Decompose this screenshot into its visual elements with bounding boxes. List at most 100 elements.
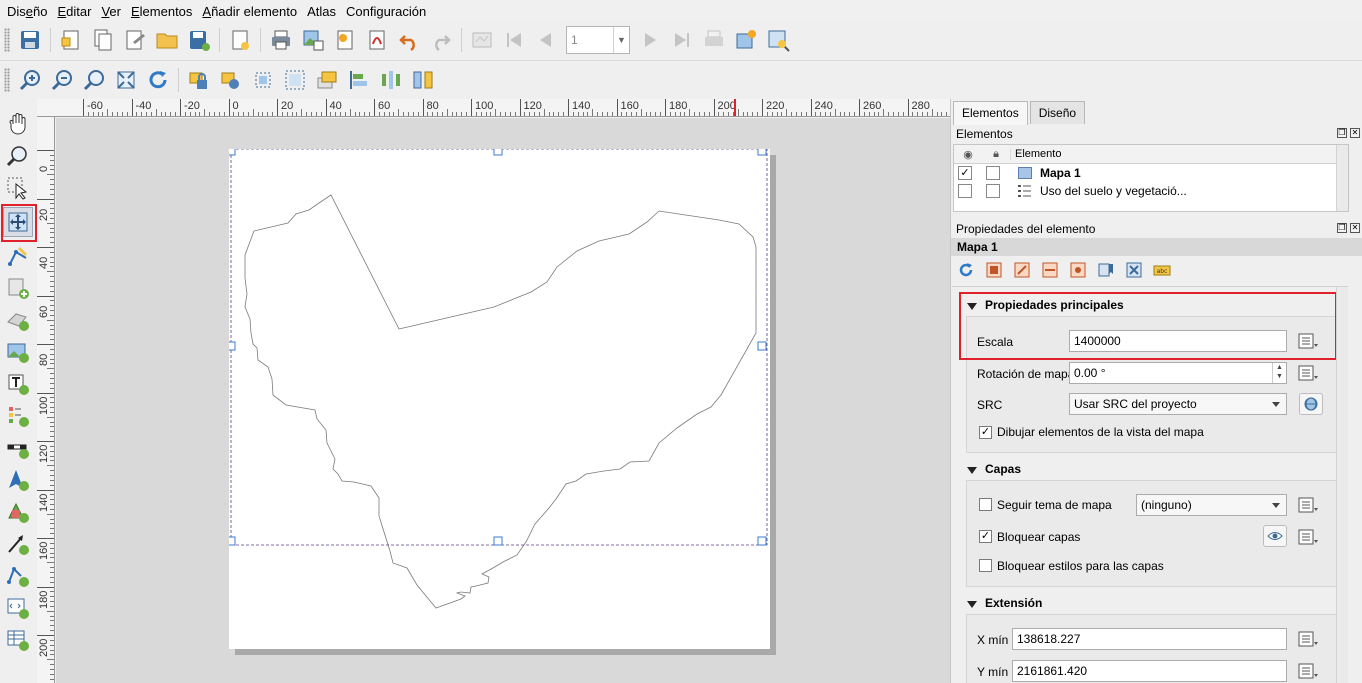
list-item[interactable]: ✓ Mapa 1	[954, 164, 1348, 182]
chevron-down-icon[interactable]: ▼	[613, 27, 629, 53]
print-atlas-button[interactable]	[699, 25, 729, 55]
lock-styles-checkbox[interactable]	[979, 559, 992, 572]
theme-data-defined-button[interactable]	[1295, 494, 1321, 516]
collapse-arrow-icon[interactable]	[967, 467, 977, 474]
atlas-settings-button[interactable]	[763, 25, 793, 55]
add-label-tool[interactable]	[3, 369, 33, 399]
zoom-tool[interactable]	[3, 141, 33, 171]
previous-feature-button[interactable]	[531, 25, 561, 55]
selection-handles[interactable]	[226, 146, 767, 546]
resize-items-button[interactable]	[408, 65, 438, 95]
layout-canvas[interactable]	[56, 118, 950, 683]
collapse-arrow-icon[interactable]	[967, 601, 977, 608]
ymin-data-defined-button[interactable]	[1295, 660, 1321, 682]
menu-diseno[interactable]: Diseño	[2, 4, 52, 19]
rotation-data-defined-button[interactable]	[1295, 362, 1321, 384]
menu-ver[interactable]: Ver	[96, 4, 126, 19]
refresh-view-button[interactable]	[143, 65, 173, 95]
xmin-data-defined-button[interactable]	[1295, 628, 1321, 650]
atlas-page-combo[interactable]: 1 ▼	[566, 26, 630, 54]
layout-manager-button[interactable]	[120, 25, 150, 55]
add-legend-tool[interactable]	[3, 401, 33, 431]
select-tool[interactable]	[3, 173, 33, 203]
undo-button[interactable]	[394, 25, 424, 55]
view-extent-button[interactable]	[1011, 259, 1033, 281]
add-attribute-table-tool[interactable]	[3, 625, 33, 655]
add-picture-tool[interactable]	[3, 337, 33, 367]
duplicate-layout-button[interactable]	[88, 25, 118, 55]
redo-button[interactable]	[426, 25, 456, 55]
save-template-button[interactable]	[184, 25, 214, 55]
list-item[interactable]: Uso del suelo y vegetació...	[954, 182, 1348, 200]
align-items-button[interactable]	[344, 65, 374, 95]
toolbar-grip[interactable]	[4, 28, 10, 52]
toolbar-grip[interactable]	[4, 67, 10, 92]
next-feature-button[interactable]	[635, 25, 665, 55]
lock-layers-preset-button[interactable]	[1263, 525, 1287, 547]
labeling-button[interactable]: abc	[1151, 259, 1173, 281]
layers-group-title[interactable]: Capas	[985, 462, 1021, 476]
close-icon[interactable]: ✕	[1350, 128, 1360, 138]
menu-configuracion[interactable]: Configuración	[341, 4, 431, 19]
first-feature-button[interactable]	[499, 25, 529, 55]
set-scale-button[interactable]	[1039, 259, 1061, 281]
xmin-input[interactable]: 138618.227	[1012, 628, 1287, 650]
group-items-button[interactable]	[248, 65, 278, 95]
last-feature-button[interactable]	[667, 25, 697, 55]
zoom-out-button[interactable]	[47, 65, 77, 95]
menu-editar[interactable]: Editar	[52, 4, 96, 19]
lock-checkbox[interactable]	[986, 184, 1000, 198]
crs-select-button[interactable]	[1299, 393, 1323, 415]
lock-items-button[interactable]	[184, 65, 214, 95]
follow-theme-checkbox[interactable]	[979, 498, 992, 511]
add-pages-button[interactable]	[225, 25, 255, 55]
extent-group-title[interactable]: Extensión	[985, 596, 1042, 610]
add-north-arrow-tool[interactable]	[3, 465, 33, 495]
layers-data-defined-button[interactable]	[1295, 526, 1321, 548]
close-icon[interactable]: ✕	[1350, 223, 1360, 233]
add-arrow-tool[interactable]	[3, 529, 33, 559]
visibility-checkbox[interactable]: ✓	[958, 166, 972, 180]
add-3d-map-tool[interactable]	[3, 305, 33, 335]
unlock-items-button[interactable]	[216, 65, 246, 95]
add-scalebar-tool[interactable]	[3, 433, 33, 463]
raise-items-button[interactable]	[312, 65, 342, 95]
export-svg-button[interactable]	[330, 25, 360, 55]
set-extent-button[interactable]	[983, 259, 1005, 281]
map-theme-combo[interactable]: (ninguno)	[1136, 494, 1287, 516]
new-layout-button[interactable]	[56, 25, 86, 55]
menu-elementos[interactable]: Elementos	[126, 4, 197, 19]
map-item[interactable]	[226, 146, 770, 649]
add-map-tool[interactable]	[3, 273, 33, 303]
visibility-checkbox[interactable]	[958, 184, 972, 198]
add-node-item-tool[interactable]	[3, 561, 33, 591]
clipping-button[interactable]	[1123, 259, 1145, 281]
pan-tool[interactable]	[3, 109, 33, 139]
export-pdf-button[interactable]	[362, 25, 392, 55]
zoom-full-button[interactable]	[111, 65, 141, 95]
ungroup-items-button[interactable]	[280, 65, 310, 95]
edit-nodes-tool[interactable]	[3, 241, 33, 271]
crs-combo[interactable]: Usar SRC del proyecto	[1069, 393, 1287, 415]
export-image-button[interactable]	[298, 25, 328, 55]
spin-arrows-icon[interactable]: ▲ ▼	[1272, 363, 1286, 383]
atlas-preview-button[interactable]	[467, 25, 497, 55]
zoom-actual-button[interactable]	[79, 65, 109, 95]
rotation-input[interactable]: 0.00 ° ▲ ▼	[1069, 362, 1287, 384]
properties-scrollbar[interactable]	[1336, 287, 1348, 683]
draw-items-checkbox[interactable]: ✓	[979, 426, 992, 439]
lock-checkbox[interactable]	[986, 166, 1000, 180]
tab-elementos[interactable]: Elementos	[953, 101, 1028, 125]
add-shape-tool[interactable]	[3, 497, 33, 527]
open-template-button[interactable]	[152, 25, 182, 55]
add-html-tool[interactable]	[3, 593, 33, 623]
float-icon[interactable]: ❐	[1337, 223, 1347, 233]
properties-scroll-area[interactable]: Propiedades principales Escala 1400000 R…	[952, 286, 1348, 683]
bookmarks-button[interactable]	[1095, 259, 1117, 281]
save-project-button[interactable]	[15, 25, 45, 55]
export-atlas-button[interactable]	[731, 25, 761, 55]
tab-diseno[interactable]: Diseño	[1029, 101, 1086, 124]
lock-layers-checkbox[interactable]: ✓	[979, 530, 992, 543]
layout-page[interactable]	[226, 146, 770, 649]
float-icon[interactable]: ❐	[1337, 128, 1347, 138]
